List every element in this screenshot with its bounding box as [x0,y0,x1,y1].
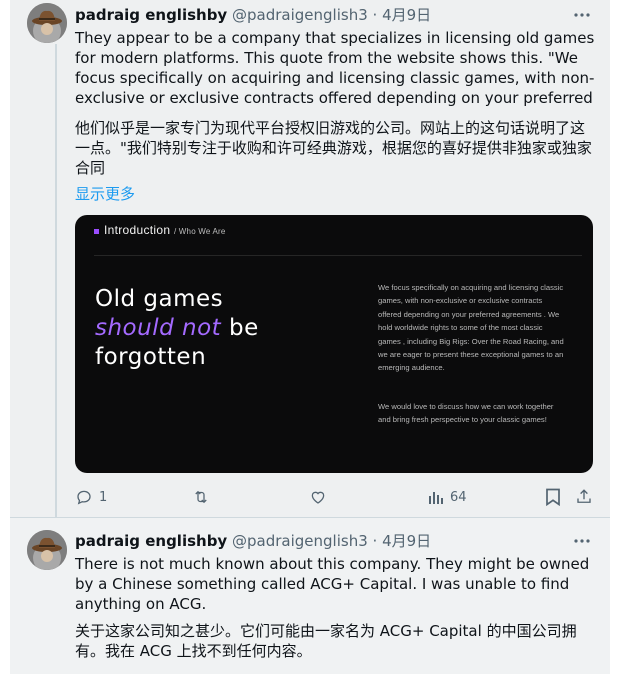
views-chart-icon [429,492,443,504]
retweet-icon [195,490,207,504]
share-icon [577,489,591,503]
card-headline: Old games should not be forgotten [95,285,259,372]
avatar-cowboy-image [27,3,67,43]
bookmark-button[interactable] [545,487,561,507]
tweet-text: They appear to be a company that special… [75,29,600,107]
tweet-translation: 他们似乎是一家专门为现代平台授权旧游戏的公司。网站上的这句话说明了这一点。"我们… [75,119,592,177]
headline-line-2: should not be [95,314,259,343]
tweet-2[interactable]: padraig englishby @padraigenglish3 · 4月9… [10,518,610,674]
headline-be: be [221,315,259,341]
tweet-actions: 1 64 [75,487,595,507]
tweet-date[interactable]: 4月9日 [382,532,431,550]
more-horizontal-icon [574,13,590,17]
tweet-header: padraig englishby @padraigenglish3 · 4月9… [75,5,431,25]
header-separator: · [372,532,378,550]
more-options-button[interactable] [572,531,592,551]
headline-accent: should not [95,315,222,341]
avatar[interactable] [27,3,67,43]
media-card[interactable]: Introduction / Who We Are Old games shou… [75,215,593,473]
author-name[interactable]: padraig englishby [75,6,227,24]
like-button[interactable] [309,487,327,507]
headline-line-1: Old games [95,286,224,312]
views-button[interactable]: 64 [428,487,467,507]
reply-button[interactable]: 1 [75,487,107,507]
tweet-date[interactable]: 4月9日 [382,6,431,24]
author-name[interactable]: padraig englishby [75,532,227,550]
card-section-title-text: Introduction [104,223,171,237]
author-handle[interactable]: @padraigenglish3 [232,532,368,550]
card-section-subtitle: / Who We Are [173,227,226,236]
tweet-translation: 关于这家公司知之甚少。它们可能由一家名为 ACG+ Capital 的中国公司拥… [75,622,577,660]
header-separator: · [372,6,378,24]
thread-connector-line [55,44,57,517]
views-count: 64 [450,489,467,505]
author-handle[interactable]: @padraigenglish3 [232,6,368,24]
retweet-button[interactable] [191,487,211,507]
headline-line-3: forgotten [95,344,207,370]
share-button[interactable] [575,487,593,507]
tweet-header: padraig englishby @padraigenglish3 · 4月9… [75,531,431,551]
more-horizontal-icon [574,539,590,543]
card-paragraph-1: We focus specifically on acquiring and l… [378,283,564,373]
show-more-link[interactable]: 显示更多 [75,183,135,204]
section-marker [94,229,99,234]
card-paragraph-2: We would love to discuss how we can work… [378,402,554,425]
reply-count: 1 [99,489,108,505]
bookmark-icon [546,488,560,506]
card-divider [94,255,582,256]
tweet-text: There is not much known about this compa… [75,555,595,613]
card-section-title: Introduction / Who We Are [104,223,226,237]
more-options-button[interactable] [572,5,592,25]
heart-icon [311,491,325,504]
avatar[interactable] [27,530,67,570]
tweet-1[interactable]: padraig englishby @padraigenglish3 · 4月9… [10,0,610,517]
avatar-cowboy-image [27,530,67,570]
reply-icon [77,490,91,505]
